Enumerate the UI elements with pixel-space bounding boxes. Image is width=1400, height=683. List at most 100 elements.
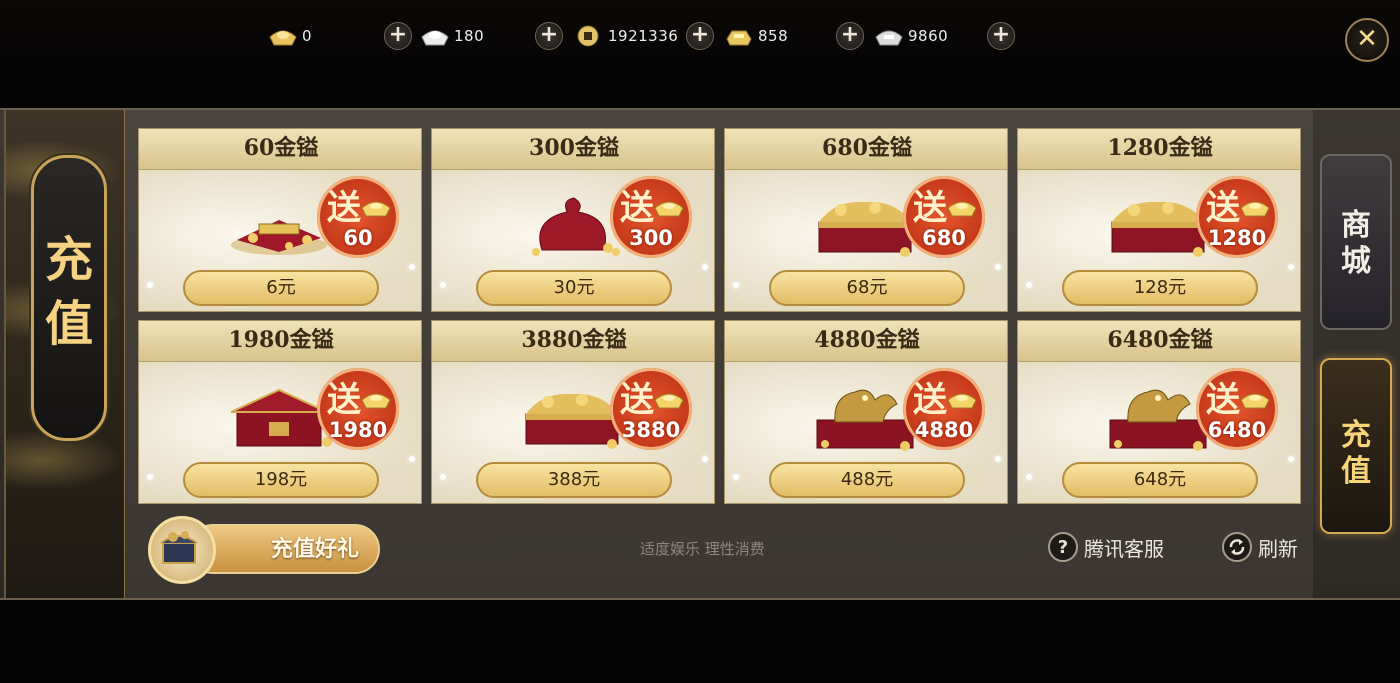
price-button[interactable]: 488元 (769, 462, 965, 498)
tab-recharge-char-2: 值 (1341, 454, 1371, 489)
sparkle (702, 456, 708, 462)
gift-chest-icon (148, 516, 216, 584)
price-button[interactable]: 648元 (1062, 462, 1258, 498)
ingot-icon (1240, 390, 1270, 410)
recharge-gift-button[interactable]: 充值好礼 (148, 516, 380, 584)
sparkle (995, 264, 1001, 270)
currency-silver-ingot: 180 (420, 22, 484, 50)
silver-ingot-icon (421, 30, 449, 46)
bonus-amount: 1980 (328, 418, 388, 442)
bonus-badge: 送 3880 (610, 368, 692, 450)
bonus-badge: 送 6480 (1196, 368, 1278, 450)
currency-gold-bar: 858 (724, 22, 788, 50)
currency-copper-coin: 1921336 (574, 22, 678, 50)
product-card[interactable]: 680金镒送 680 68元 (724, 128, 1008, 312)
price-button[interactable]: 388元 (476, 462, 672, 498)
sparkle (147, 474, 153, 480)
sparkle (733, 474, 739, 480)
sparkle (409, 456, 415, 462)
gold-ingot-icon (269, 30, 297, 46)
sparkle (995, 456, 1001, 462)
bonus-amount: 300 (629, 226, 673, 250)
currency-gold-ingot: 0 (268, 22, 312, 50)
tab-recharge[interactable]: 充 值 (1320, 358, 1392, 534)
ingot-icon (947, 390, 977, 410)
sparkle (1026, 282, 1032, 288)
bonus-char: 送 (620, 380, 654, 420)
copper-coin-value: 1921336 (608, 27, 679, 45)
price-button[interactable]: 68元 (769, 270, 965, 306)
product-title: 4880金镒 (814, 327, 920, 353)
add-copper-coin-button[interactable]: + (686, 22, 714, 50)
add-gold-ingot-button[interactable]: + (384, 22, 412, 50)
bonus-char: 送 (620, 188, 654, 228)
bonus-amount: 680 (922, 226, 966, 250)
price-button[interactable]: 30元 (476, 270, 672, 306)
tab-shop-char-2: 城 (1341, 244, 1371, 279)
bonus-badge: 送 4880 (903, 368, 985, 450)
tab-shop[interactable]: 商 城 (1320, 154, 1392, 330)
sparkle (702, 264, 708, 270)
tab-shop-char-1: 商 (1341, 208, 1371, 243)
bonus-amount: 4880 (914, 418, 974, 442)
ingot-icon (947, 198, 977, 218)
sparkle (1288, 456, 1294, 462)
product-title: 6480金镒 (1107, 327, 1213, 353)
sparkle (440, 282, 446, 288)
gold-bar-value: 858 (758, 27, 789, 45)
add-gold-bar-button[interactable]: + (836, 22, 864, 50)
silver-bar-icon (875, 30, 903, 46)
panel-title-plate: 充 值 (31, 155, 107, 441)
recharge-gift-label: 充值好礼 (270, 536, 359, 562)
ingot-icon (1240, 198, 1270, 218)
price-button[interactable]: 128元 (1062, 270, 1258, 306)
silver-ingot-value: 180 (454, 27, 485, 45)
product-card[interactable]: 4880金镒送 4880 488元 (724, 320, 1008, 504)
ingot-icon (654, 390, 684, 410)
bonus-badge: 送 680 (903, 176, 985, 258)
sparkle (733, 282, 739, 288)
bonus-badge: 送 1980 (317, 368, 399, 450)
product-title: 3880金镒 (521, 327, 627, 353)
bonus-char: 送 (913, 188, 947, 228)
ingot-icon (361, 198, 391, 218)
product-card[interactable]: 1280金镒送 1280 128元 (1017, 128, 1301, 312)
ingot-icon (654, 198, 684, 218)
product-card[interactable]: 1980金镒送 1980 198元 (138, 320, 422, 504)
currency-bar: 0 + 180 + 1921336 + 858 + 9860 + ✕ (0, 0, 1400, 72)
panel-title-char-2: 值 (44, 296, 93, 352)
sparkle (440, 474, 446, 480)
product-title: 1280金镒 (1107, 135, 1213, 161)
sparkle (1026, 474, 1032, 480)
sparkle (1288, 264, 1294, 270)
silver-bar-value: 9860 (908, 27, 949, 45)
bonus-badge: 送 1280 (1196, 176, 1278, 258)
gold-ingot-value: 0 (302, 27, 313, 45)
bonus-amount: 3880 (621, 418, 681, 442)
gold-bar-icon (726, 30, 752, 46)
recharge-panel: 充 值 60金镒送 60 6元 300金镒送 300 30元 680金镒送 680 68元 128… (0, 108, 1400, 600)
customer-service-label: 腾讯客服 (1084, 536, 1164, 561)
product-title: 60金镒 (243, 135, 319, 161)
product-card[interactable]: 60金镒送 60 6元 (138, 128, 422, 312)
add-silver-bar-button[interactable]: + (987, 22, 1015, 50)
product-title: 680金镒 (822, 135, 912, 161)
tab-recharge-char-1: 充 (1341, 418, 1371, 453)
currency-silver-bar: 9860 (874, 22, 948, 50)
bonus-char: 送 (327, 380, 361, 420)
price-button[interactable]: 6元 (183, 270, 379, 306)
bonus-char: 送 (1206, 188, 1240, 228)
close-button[interactable]: ✕ (1345, 18, 1389, 62)
bonus-amount: 1280 (1207, 226, 1267, 250)
add-silver-ingot-button[interactable]: + (535, 22, 563, 50)
customer-service-link[interactable]: ? 腾讯客服 (1048, 531, 1164, 563)
bonus-char: 送 (327, 188, 361, 228)
bonus-amount: 6480 (1207, 418, 1267, 442)
product-card[interactable]: 6480金镒送 6480 648元 (1017, 320, 1301, 504)
product-card[interactable]: 3880金镒送 3880 388元 (431, 320, 715, 504)
product-card[interactable]: 300金镒送 300 30元 (431, 128, 715, 312)
ingot-icon (361, 390, 391, 410)
refresh-button[interactable]: 刷新 (1222, 531, 1298, 563)
side-tabs: 商 城 充 值 (1313, 110, 1400, 598)
price-button[interactable]: 198元 (183, 462, 379, 498)
